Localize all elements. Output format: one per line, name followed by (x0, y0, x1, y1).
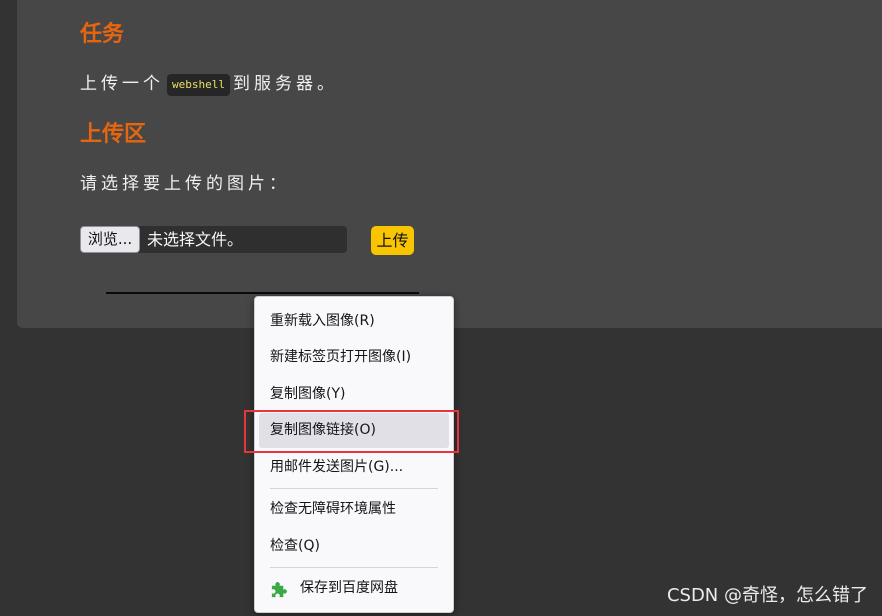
annotation-highlight-box (244, 410, 459, 453)
menu-item-copy-image[interactable]: 复制图像(Y) (259, 377, 449, 412)
context-menu: 重新载入图像(R) 新建标签页打开图像(I) 复制图像(Y) 复制图像链接(O)… (254, 296, 454, 613)
csdn-watermark: CSDN @奇怪，怎么错了 (666, 585, 868, 606)
browser-viewport: 任务 上传一个 webshell 到服务器。 上传区 请选择要上传的图片： 浏览..… (0, 0, 882, 616)
upload-submit-button[interactable]: 上传 (371, 226, 414, 255)
menu-item-inspect-accessibility[interactable]: 检查无障碍环境属性 (259, 492, 449, 527)
task-description: 上传一个 webshell 到服务器。 (80, 72, 338, 96)
broken-image[interactable] (106, 292, 419, 294)
upload-heading: 上传区 (80, 122, 147, 147)
task-text-after: 到服务器。 (232, 74, 338, 94)
webshell-code: webshell (167, 74, 230, 96)
menu-item-email-image[interactable]: 用邮件发送图片(G)... (259, 450, 449, 485)
menu-separator (270, 567, 438, 568)
browse-button[interactable]: 浏览... (80, 226, 140, 253)
menu-item-open-image-new-tab[interactable]: 新建标签页打开图像(I) (259, 340, 449, 375)
task-text-before: 上传一个 (80, 74, 164, 94)
upload-prompt: 请选择要上传的图片： (80, 174, 290, 194)
menu-item-reload-image[interactable]: 重新载入图像(R) (259, 304, 449, 339)
content-card (17, 0, 882, 328)
task-heading: 任务 (80, 22, 125, 47)
menu-item-inspect[interactable]: 检查(Q) (259, 529, 449, 564)
file-input[interactable]: 浏览... 未选择文件。 (80, 226, 347, 253)
menu-separator (270, 488, 438, 489)
menu-item-save-to-baidu[interactable]: 保存到百度网盘 (300, 571, 398, 606)
no-file-selected-text: 未选择文件。 (147, 230, 244, 249)
puzzle-piece-icon (271, 582, 287, 598)
